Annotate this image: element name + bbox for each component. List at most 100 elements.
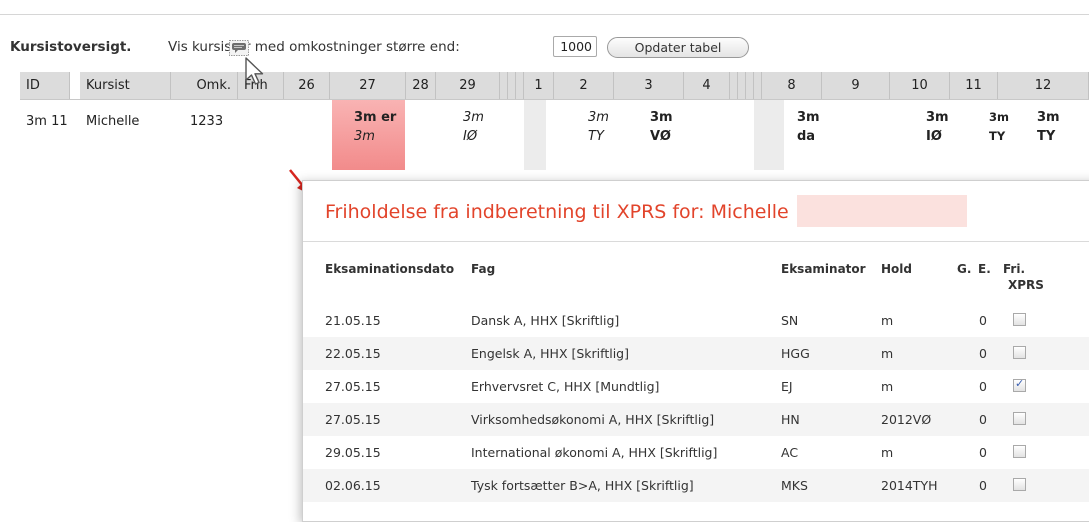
xprs-checkbox[interactable] xyxy=(1013,478,1026,491)
row-id: 3m 11 xyxy=(26,114,68,129)
lesson-cell-27[interactable]: 3m er 3m xyxy=(354,108,396,146)
col-header-day-27: 27 xyxy=(330,72,406,99)
header-bar: Kursistoversigt. Vis kursister med omkos… xyxy=(0,34,1089,60)
header-fri-xprs: Fri. XPRS xyxy=(1003,261,1044,293)
row-divider xyxy=(20,99,1089,100)
exam-e: 0 xyxy=(979,412,987,427)
exam-subject: International økonomi A, HHX [Skriftlig] xyxy=(471,445,718,460)
exam-subject: Engelsk A, HHX [Skriftlig] xyxy=(471,346,629,361)
header-g: G. xyxy=(957,262,972,276)
exam-subject: Virksomhedsøkonomi A, HHX [Skriftlig] xyxy=(471,412,715,427)
lesson-line: 3m xyxy=(989,110,1009,124)
exam-hold: m xyxy=(881,379,894,394)
header-fri-line: Fri. xyxy=(1003,262,1026,276)
xprs-checkbox[interactable] xyxy=(1013,445,1026,458)
lesson-line: TY xyxy=(1037,129,1056,144)
xprs-checkbox[interactable] xyxy=(1013,412,1026,425)
exam-subject: Tysk fortsætter B>A, HHX [Skriftlig] xyxy=(471,478,694,493)
exam-e: 0 xyxy=(979,478,987,493)
col-header-day-12: 12 xyxy=(998,72,1089,99)
popup-title: Friholdelse fra indberetning til XPRS fo… xyxy=(325,201,789,223)
col-header-day-8: 8 xyxy=(762,72,822,99)
redacted-area xyxy=(797,195,967,227)
page-title: Kursistoversigt. xyxy=(10,39,132,55)
exam-hold: m xyxy=(881,445,894,460)
lesson-line: 3m xyxy=(354,129,375,144)
exam-hold: m xyxy=(881,313,894,328)
exam-row: 22.05.15 Engelsk A, HHX [Skriftlig] HGG … xyxy=(303,337,1089,370)
lesson-cell-12[interactable]: 3m TY xyxy=(1037,108,1060,146)
threshold-input[interactable] xyxy=(553,36,597,57)
exam-hold: m xyxy=(881,346,894,361)
exam-examiner: HN xyxy=(781,412,800,427)
col-header-day-3: 3 xyxy=(614,72,684,99)
update-table-button[interactable]: Opdater tabel xyxy=(607,37,749,58)
col-header-day-9: 9 xyxy=(822,72,890,99)
lesson-cell-29[interactable]: 3m IØ xyxy=(463,108,484,146)
col-header-day-4: 4 xyxy=(684,72,730,99)
col-header-narrow xyxy=(730,72,738,99)
xprs-checkbox[interactable] xyxy=(1013,346,1026,359)
lesson-line: TY xyxy=(989,129,1006,143)
col-header-day-1: 1 xyxy=(524,72,554,99)
week-separator xyxy=(754,100,784,170)
exam-date: 29.05.15 xyxy=(325,445,381,460)
exam-hold: 2014TYH xyxy=(881,478,938,493)
exam-date: 27.05.15 xyxy=(325,379,381,394)
exam-hold: 2012VØ xyxy=(881,412,932,427)
mouse-pointer-icon xyxy=(245,57,264,85)
lesson-line: 3m xyxy=(926,110,949,125)
exam-date: 27.05.15 xyxy=(325,412,381,427)
lesson-line: 3m xyxy=(650,110,673,125)
student-table: ID Kursist Omk. Frih 26 27 28 29 1 2 3 4… xyxy=(20,72,1089,170)
row-kursist[interactable]: Michelle xyxy=(86,114,139,129)
lesson-cell-2[interactable]: 3m TY xyxy=(588,108,609,146)
exam-subject: Erhvervsret C, HHX [Mundtlig] xyxy=(471,379,660,394)
lesson-line: 3m xyxy=(1037,110,1060,125)
col-header-kursist[interactable]: Kursist xyxy=(80,72,171,99)
exam-examiner: EJ xyxy=(781,379,793,394)
col-header-omk[interactable]: Omk. xyxy=(171,72,238,99)
exam-row: 02.06.15 Tysk fortsætter B>A, HHX [Skrif… xyxy=(303,469,1089,502)
col-header-id[interactable]: ID xyxy=(20,72,70,99)
exam-row: 29.05.15 International økonomi A, HHX [S… xyxy=(303,436,1089,469)
col-header-narrow xyxy=(516,72,524,99)
lesson-cell-8[interactable]: 3m da xyxy=(797,108,820,146)
exam-date: 21.05.15 xyxy=(325,313,381,328)
exam-examiner: AC xyxy=(781,445,799,460)
col-header-narrow xyxy=(746,72,754,99)
col-header-narrow xyxy=(500,72,508,99)
speech-bubble-icon[interactable] xyxy=(229,40,249,56)
col-header-day-28: 28 xyxy=(406,72,436,99)
xprs-checkbox-checked[interactable]: ✓ xyxy=(1013,377,1026,392)
header-hold: Hold xyxy=(881,262,912,276)
exam-row: 21.05.15 Dansk A, HHX [Skriftlig] SN m 0 xyxy=(303,304,1089,337)
exam-date: 02.06.15 xyxy=(325,478,381,493)
exam-row: 27.05.15 Virksomhedsøkonomi A, HHX [Skri… xyxy=(303,403,1089,436)
lesson-line: IØ xyxy=(926,129,942,144)
top-border xyxy=(0,0,1089,15)
lesson-line: 3m xyxy=(588,110,609,125)
lesson-cell-3[interactable]: 3m VØ xyxy=(650,108,673,146)
lesson-line: 3m xyxy=(797,110,820,125)
lesson-line: TY xyxy=(588,129,604,144)
lesson-cell-10[interactable]: 3m IØ xyxy=(926,108,949,146)
filter-label: Vis kursister med omkostninger større en… xyxy=(168,39,460,55)
header-eksaminator: Eksaminator xyxy=(781,262,866,276)
lesson-line: 3m er xyxy=(354,110,397,125)
xprs-checkbox[interactable] xyxy=(1013,313,1026,326)
popup-divider xyxy=(303,241,1089,242)
header-examination-date: Eksaminationsdato xyxy=(325,262,455,276)
exemption-popup: Friholdelse fra indberetning til XPRS fo… xyxy=(302,180,1089,522)
col-header-day-2: 2 xyxy=(554,72,614,99)
header-xprs-line: XPRS xyxy=(1008,278,1044,292)
lesson-line: 3m xyxy=(463,110,484,125)
col-header-day-29: 29 xyxy=(436,72,500,99)
lesson-cell-11[interactable]: 3m TY xyxy=(989,108,1009,146)
exam-e: 0 xyxy=(979,313,987,328)
lesson-line: VØ xyxy=(650,129,671,144)
header-e: E. xyxy=(978,262,991,276)
exam-examiner: HGG xyxy=(781,346,810,361)
exam-examiner: MKS xyxy=(781,478,808,493)
week-separator xyxy=(524,100,546,170)
